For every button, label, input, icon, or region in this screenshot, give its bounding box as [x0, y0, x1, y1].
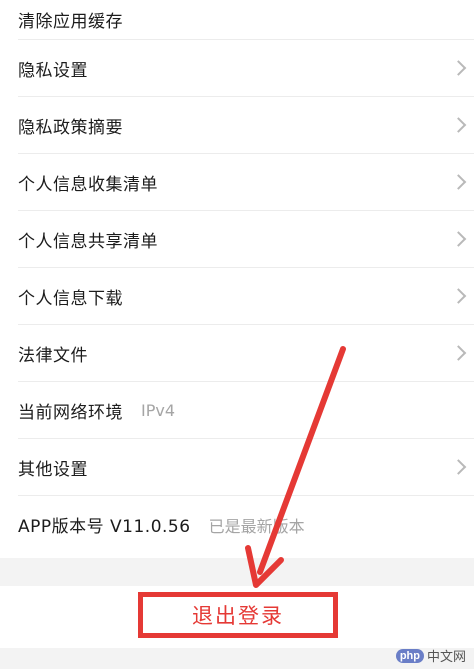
settings-list: 清除应用缓存 隐私设置 隐私政策摘要 个人信息收集清单 个人信息共享清单 个人信…: [0, 0, 474, 553]
personal-info-download-item[interactable]: 个人信息下载: [18, 268, 474, 325]
legal-documents-label: 法律文件: [18, 345, 88, 366]
app-version-label: APP版本号 V11.0.56: [18, 517, 191, 537]
section-divider: [0, 558, 474, 586]
chevron-right-icon: [450, 174, 467, 190]
privacy-settings-item[interactable]: 隐私设置: [18, 40, 474, 97]
clear-cache-item[interactable]: 清除应用缓存: [18, 0, 474, 40]
personal-info-collection-label: 个人信息收集清单: [18, 174, 158, 195]
privacy-policy-summary-label: 隐私政策摘要: [18, 117, 123, 138]
chevron-right-icon: [450, 231, 467, 247]
watermark: php 中文网: [395, 646, 466, 665]
privacy-policy-summary-item[interactable]: 隐私政策摘要: [18, 97, 474, 154]
other-settings-label: 其他设置: [18, 459, 88, 480]
app-version-status: 已是最新版本: [208, 516, 305, 536]
chevron-right-icon: [450, 60, 467, 76]
clear-cache-label: 清除应用缓存: [18, 12, 123, 32]
personal-info-download-label: 个人信息下载: [18, 288, 123, 309]
logout-button[interactable]: 退出登录: [138, 592, 338, 638]
network-environment-label: 当前网络环境: [18, 402, 123, 423]
watermark-text: 中文网: [426, 649, 466, 664]
watermark-logo: php: [395, 648, 424, 663]
chevron-right-icon: [450, 117, 467, 133]
bottom-bar: php 中文网: [0, 648, 474, 669]
chevron-right-icon: [450, 345, 467, 361]
chevron-right-icon: [450, 288, 467, 304]
privacy-settings-label: 隐私设置: [18, 60, 88, 81]
personal-info-sharing-label: 个人信息共享清单: [18, 231, 158, 252]
network-environment-value: IPv4: [141, 400, 176, 420]
app-version-item[interactable]: APP版本号 V11.0.56 已是最新版本: [18, 496, 474, 553]
personal-info-sharing-item[interactable]: 个人信息共享清单: [18, 211, 474, 268]
legal-documents-item[interactable]: 法律文件: [18, 325, 474, 382]
chevron-right-icon: [450, 459, 467, 475]
logout-label: 退出登录: [192, 604, 284, 628]
network-environment-item: 当前网络环境 IPv4: [18, 382, 474, 439]
other-settings-item[interactable]: 其他设置: [18, 439, 474, 496]
personal-info-collection-item[interactable]: 个人信息收集清单: [18, 154, 474, 211]
